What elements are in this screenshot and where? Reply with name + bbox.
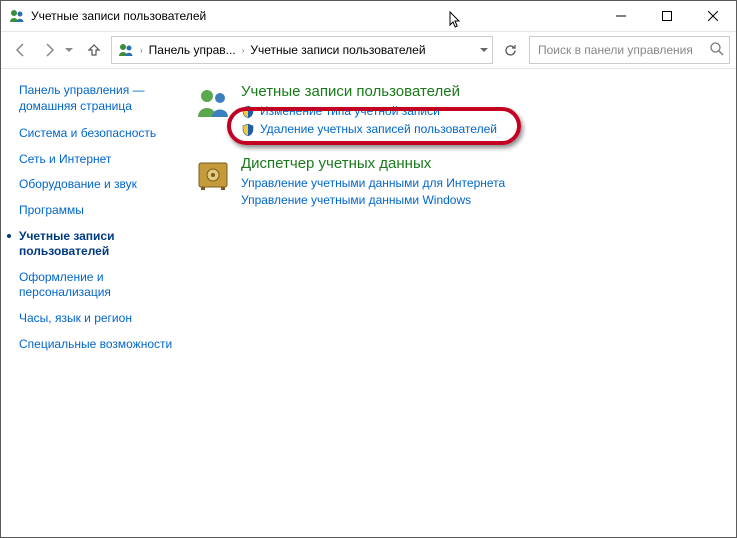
search-input[interactable] (530, 43, 729, 57)
breadcrumb-item[interactable]: Панель управ... (145, 43, 240, 57)
minimize-button[interactable] (598, 1, 644, 30)
section-title[interactable]: Диспетчер учетных данных (241, 155, 726, 172)
maximize-button[interactable] (644, 1, 690, 30)
sidebar-item-network[interactable]: Сеть и Интернет (19, 152, 191, 168)
sidebar-item-ease-of-access[interactable]: Специальные возможности (19, 337, 191, 353)
control-panel-home-link[interactable]: Панель управления — домашняя страница (19, 83, 191, 114)
users-large-icon (195, 85, 231, 121)
section-credential-manager: Диспетчер учетных данных Управление учет… (195, 155, 726, 207)
task-delete-user-accounts[interactable]: Удаление учетных записей пользователей (241, 122, 726, 137)
sidebar-item-user-accounts[interactable]: Учетные записи пользователей (19, 229, 191, 260)
task-link[interactable]: Удаление учетных записей пользователей (260, 122, 497, 136)
task-link[interactable]: Управление учетными данными Windows (241, 193, 471, 207)
control-panel-window: Учетные записи пользователей (0, 0, 737, 538)
task-link[interactable]: Изменение типа учетной записи (260, 104, 440, 118)
shield-icon (241, 123, 255, 137)
navbar: › Панель управ... › Учетные записи польз… (1, 31, 736, 69)
back-button[interactable] (7, 36, 35, 64)
section-title[interactable]: Учетные записи пользователей (241, 83, 726, 100)
chevron-down-icon[interactable] (480, 45, 488, 55)
window-buttons (598, 1, 736, 30)
address-bar[interactable]: › Панель управ... › Учетные записи польз… (111, 36, 493, 64)
sidebar-item-programs[interactable]: Программы (19, 203, 191, 219)
task-manage-web-credentials[interactable]: Управление учетными данными для Интернет… (241, 176, 726, 190)
body: Панель управления — домашняя страница Си… (1, 69, 736, 537)
task-link[interactable]: Управление учетными данными для Интернет… (241, 176, 505, 190)
section-user-accounts: Учетные записи пользователей Изменение т… (195, 83, 726, 137)
history-dropdown[interactable] (61, 48, 77, 53)
sidebar: Панель управления — домашняя страница Си… (1, 69, 191, 537)
sidebar-item-appearance[interactable]: Оформление и персонализация (19, 270, 191, 301)
cursor-icon (449, 11, 463, 32)
users-icon (9, 8, 25, 24)
search-icon[interactable] (709, 41, 725, 60)
sidebar-item-clock-language[interactable]: Часы, язык и регион (19, 311, 191, 327)
up-button[interactable] (81, 37, 107, 63)
users-icon (118, 42, 134, 58)
window-title: Учетные записи пользователей (31, 9, 206, 23)
sidebar-item-hardware[interactable]: Оборудование и звук (19, 177, 191, 193)
safe-icon (195, 157, 231, 193)
close-button[interactable] (690, 1, 736, 30)
chevron-right-icon[interactable]: › (240, 46, 247, 55)
task-manage-windows-credentials[interactable]: Управление учетными данными Windows (241, 193, 726, 207)
breadcrumb-item[interactable]: Учетные записи пользователей (246, 43, 429, 57)
titlebar: Учетные записи пользователей (1, 1, 736, 31)
search-box[interactable] (529, 36, 730, 64)
content-area: Учетные записи пользователей Изменение т… (191, 69, 736, 537)
sidebar-item-system[interactable]: Система и безопасность (19, 126, 191, 142)
task-change-account-type[interactable]: Изменение типа учетной записи (241, 104, 726, 119)
forward-button[interactable] (35, 36, 63, 64)
chevron-right-icon[interactable]: › (138, 46, 145, 55)
refresh-button[interactable] (497, 37, 523, 63)
shield-icon (241, 105, 255, 119)
